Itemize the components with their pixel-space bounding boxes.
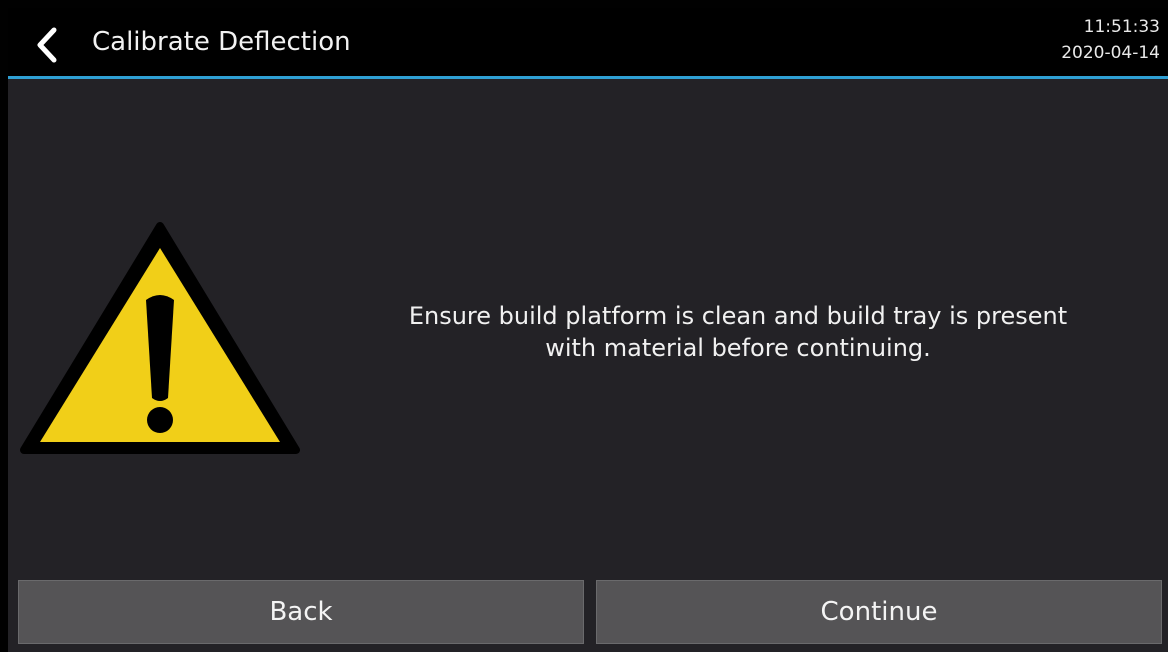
message-line-1: Ensure build platform is clean and build… (408, 302, 1068, 330)
calibration-screen: Calibrate Deflection 11:51:33 2020-04-14… (8, 8, 1168, 652)
clock: 11:51:33 2020-04-14 (1061, 14, 1160, 66)
warning-triangle-icon (20, 222, 300, 454)
clock-time: 11:51:33 (1083, 17, 1160, 37)
instruction-message: Ensure build platform is clean and build… (308, 300, 1168, 364)
page-title: Calibrate Deflection (92, 27, 351, 57)
back-button[interactable]: Back (18, 580, 584, 644)
chevron-left-icon[interactable] (32, 26, 62, 64)
header-bar: Calibrate Deflection 11:51:33 2020-04-14 (8, 8, 1168, 79)
continue-button[interactable]: Continue (596, 580, 1162, 644)
message-line-2: with material before continuing. (545, 334, 931, 362)
clock-date: 2020-04-14 (1061, 43, 1160, 63)
